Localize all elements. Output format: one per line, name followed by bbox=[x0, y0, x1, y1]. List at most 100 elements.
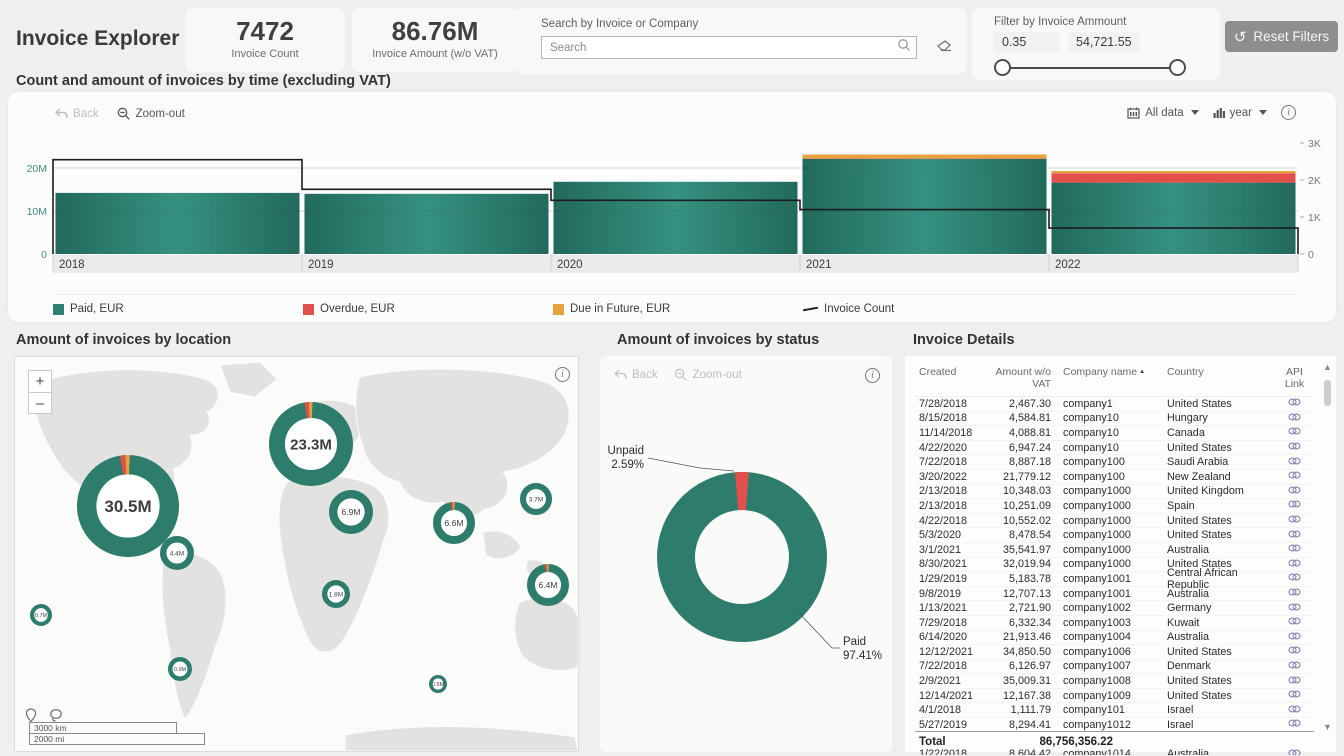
table-row[interactable]: 9/8/201912,707.13company1001Australia bbox=[915, 587, 1314, 602]
zoom-out-button[interactable]: Zoom-out bbox=[674, 368, 742, 381]
api-link-icon[interactable] bbox=[1275, 748, 1314, 755]
table-row[interactable]: 7/22/20186,126.97company1007Denmark bbox=[915, 660, 1314, 675]
api-link-icon[interactable] bbox=[1275, 675, 1314, 688]
table-row[interactable]: 1/13/20212,721.90company1002Germany bbox=[915, 601, 1314, 616]
table-row[interactable]: 7/29/20186,332.34company1003Kuwait bbox=[915, 616, 1314, 631]
map-pin-icon[interactable] bbox=[25, 708, 37, 723]
table-row[interactable]: 2/13/201810,251.09company1000Spain bbox=[915, 499, 1314, 514]
search-input[interactable] bbox=[541, 36, 917, 59]
slider-track bbox=[1002, 67, 1178, 69]
table-row[interactable]: 1/29/20195,183.78company1001Central Afri… bbox=[915, 572, 1314, 587]
api-link-icon[interactable] bbox=[1275, 558, 1314, 571]
map-bubble[interactable]: 30.5M bbox=[77, 455, 179, 557]
api-link-icon[interactable] bbox=[1275, 587, 1314, 600]
table-row[interactable]: 3/1/202135,541.97company1000Australia bbox=[915, 543, 1314, 558]
map-scale: 3000 km 2000 mi bbox=[29, 722, 205, 745]
back-arrow-icon bbox=[614, 369, 627, 380]
api-link-icon[interactable] bbox=[1275, 456, 1314, 469]
api-link-icon[interactable] bbox=[1275, 543, 1314, 556]
invoice-map[interactable]: 30.5M 23.3M6.9M 4.4M 1.8M 6.6M 3.7M 6.4M 0.7M 0.… bbox=[14, 356, 579, 752]
amount-min-field[interactable]: 0.35 bbox=[994, 32, 1060, 52]
reset-filters-button[interactable]: ↺ Reset Filters bbox=[1225, 21, 1338, 52]
table-row[interactable]: 5/3/20208,478.54company1000United States bbox=[915, 528, 1314, 543]
api-link-icon[interactable] bbox=[1275, 689, 1314, 702]
map-zoom-out-button[interactable]: – bbox=[29, 392, 51, 413]
table-scrollbar[interactable]: ▲ ▼ bbox=[1322, 364, 1334, 730]
api-link-icon[interactable] bbox=[1275, 631, 1314, 644]
col-country[interactable]: Country bbox=[1163, 366, 1275, 390]
table-row[interactable]: 7/22/20188,887.18company100Saudi Arabia bbox=[915, 455, 1314, 470]
table-row[interactable]: 12/12/202134,850.50company1006United Sta… bbox=[915, 645, 1314, 660]
svg-text:2021: 2021 bbox=[806, 259, 832, 271]
svg-text:0: 0 bbox=[1308, 249, 1314, 261]
table-row[interactable]: 4/22/201810,552.02company1000United Stat… bbox=[915, 514, 1314, 529]
table-body[interactable]: 7/28/20182,467.30company1United States8/… bbox=[915, 397, 1314, 755]
map-bubble[interactable]: 0.5M bbox=[429, 675, 447, 693]
table-row[interactable]: 11/14/20184,088.81company10Canada bbox=[915, 426, 1314, 441]
table-row[interactable]: 2/13/201810,348.03company1000United King… bbox=[915, 485, 1314, 500]
map-bubble[interactable]: 0.9M bbox=[168, 657, 192, 681]
map-bubble[interactable]: 23.3M bbox=[269, 402, 353, 486]
table-row[interactable]: 12/14/202112,167.38company1009United Sta… bbox=[915, 689, 1314, 704]
time-chart-plot[interactable]: 20182019202020212022010M20M01K2K3K bbox=[8, 92, 1336, 292]
scroll-down-icon[interactable]: ▼ bbox=[1323, 722, 1332, 732]
api-link-icon[interactable] bbox=[1275, 645, 1314, 658]
eraser-icon[interactable] bbox=[937, 39, 953, 57]
search-label: Search by Invoice or Company bbox=[541, 18, 953, 30]
map-bubble[interactable]: 6.6M bbox=[433, 502, 475, 544]
amount-range-slider[interactable] bbox=[994, 58, 1186, 78]
api-link-icon[interactable] bbox=[1275, 485, 1314, 498]
status-section-title: Amount of invoices by status bbox=[617, 332, 819, 348]
api-link-icon[interactable] bbox=[1275, 412, 1314, 425]
col-amount[interactable]: Amount w/o VAT bbox=[993, 366, 1051, 390]
table-row[interactable]: 2/9/202135,009.31company1008United State… bbox=[915, 674, 1314, 689]
map-bubble[interactable]: 1.8M bbox=[322, 580, 350, 608]
table-row[interactable]: 1/22/20188,604.42company1014Australia bbox=[915, 747, 1314, 755]
info-icon[interactable]: i bbox=[865, 368, 880, 383]
table-row[interactable]: 3/20/202221,779.12company100New Zealand bbox=[915, 470, 1314, 485]
api-link-icon[interactable] bbox=[1275, 441, 1314, 454]
api-link-icon[interactable] bbox=[1275, 718, 1314, 731]
map-zoom-in-button[interactable]: + bbox=[29, 371, 51, 392]
api-link-icon[interactable] bbox=[1275, 704, 1314, 717]
api-link-icon[interactable] bbox=[1275, 397, 1314, 410]
api-link-icon[interactable] bbox=[1275, 572, 1314, 585]
api-link-icon[interactable] bbox=[1275, 529, 1314, 542]
api-link-icon[interactable] bbox=[1275, 616, 1314, 629]
table-row[interactable]: 4/22/20206,947.24company10United States bbox=[915, 441, 1314, 456]
table-row[interactable]: 4/1/20181,111.79company101Israel bbox=[915, 703, 1314, 718]
map-bubble[interactable]: 4.4M bbox=[160, 536, 194, 570]
svg-text:2018: 2018 bbox=[59, 259, 85, 271]
scale-mi: 2000 mi bbox=[29, 733, 205, 745]
back-button[interactable]: Back bbox=[614, 368, 658, 381]
map-bubble[interactable]: 0.7M bbox=[30, 604, 52, 626]
table-row[interactable]: 8/15/20184,584.81company10Hungary bbox=[915, 412, 1314, 427]
slider-handle-max[interactable] bbox=[1169, 59, 1186, 76]
info-icon[interactable]: i bbox=[555, 367, 570, 382]
table-row[interactable]: 6/14/202021,913.46company1004Australia bbox=[915, 631, 1314, 646]
status-chart-panel: Back Zoom-out i Unpaid2.59%Paid97.41% bbox=[600, 356, 892, 752]
kpi-invoice-count: 7472 Invoice Count bbox=[185, 8, 345, 72]
status-donut-chart[interactable]: Unpaid2.59%Paid97.41% bbox=[600, 392, 892, 752]
api-link-icon[interactable] bbox=[1275, 499, 1314, 512]
scrollbar-thumb[interactable] bbox=[1324, 380, 1331, 406]
api-link-icon[interactable] bbox=[1275, 470, 1314, 483]
map-bubble[interactable]: 3.7M bbox=[520, 483, 552, 515]
api-link-icon[interactable] bbox=[1275, 426, 1314, 439]
slider-handle-min[interactable] bbox=[994, 59, 1011, 76]
col-company[interactable]: Company name▲ bbox=[1051, 366, 1163, 390]
map-bubble[interactable]: 6.9M bbox=[329, 490, 373, 534]
scroll-up-icon[interactable]: ▲ bbox=[1323, 362, 1332, 372]
svg-text:4.4M: 4.4M bbox=[170, 550, 184, 557]
api-link-icon[interactable] bbox=[1275, 602, 1314, 615]
lasso-select-icon[interactable] bbox=[49, 708, 63, 722]
amount-filter-label: Filter by Invoice Ammount bbox=[994, 16, 1220, 28]
col-api-link[interactable]: API Link bbox=[1275, 366, 1314, 390]
api-link-icon[interactable] bbox=[1275, 660, 1314, 673]
svg-text:2K: 2K bbox=[1308, 175, 1321, 187]
table-row[interactable]: 7/28/20182,467.30company1United States bbox=[915, 397, 1314, 412]
col-created[interactable]: Created bbox=[915, 366, 993, 390]
map-bubble[interactable]: 6.4M bbox=[527, 564, 569, 606]
api-link-icon[interactable] bbox=[1275, 514, 1314, 527]
amount-max-field[interactable]: 54,721.55 bbox=[1068, 32, 1140, 52]
